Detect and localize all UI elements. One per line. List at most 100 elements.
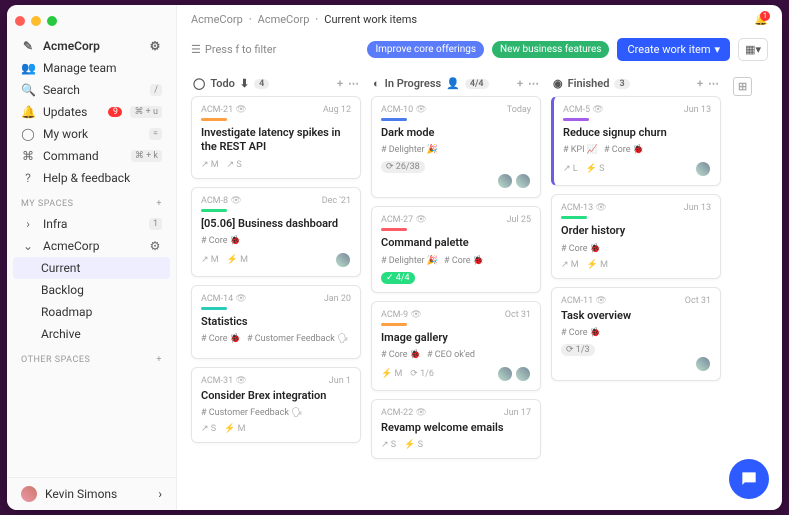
tag[interactable]: # Core 🐞 xyxy=(381,350,421,360)
add-card-icon[interactable]: + xyxy=(517,77,523,90)
tag[interactable]: # Core 🐞 xyxy=(201,236,241,246)
pill-improve[interactable]: Improve core offerings xyxy=(367,41,484,58)
card-tags: # Core 🐞 # Customer Feedback 🗣 xyxy=(201,334,351,344)
space-item[interactable]: ›Infra1 xyxy=(7,213,176,235)
sidebar-item[interactable]: ⌘Command⌘ + k xyxy=(7,145,176,167)
space-child[interactable]: Current xyxy=(13,257,170,279)
assignee-avatar[interactable] xyxy=(695,356,711,372)
status-bar xyxy=(381,118,407,121)
intercom-button[interactable] xyxy=(729,459,769,499)
space-child[interactable]: Backlog xyxy=(7,279,176,301)
chevron-right-icon: › xyxy=(158,487,162,501)
gear-icon[interactable]: ⚙ xyxy=(148,39,162,53)
tag[interactable]: # Delighter 🎉 xyxy=(381,145,438,155)
space-child[interactable]: Roadmap xyxy=(7,301,176,323)
crumb-0[interactable]: AcmeCorp xyxy=(191,13,243,26)
nav-label: Manage team xyxy=(43,61,162,75)
view-layout-button[interactable]: ▦▾ xyxy=(738,38,768,61)
card[interactable]: ACM-21 👁Aug 12 Investigate latency spike… xyxy=(191,96,361,179)
close-icon[interactable] xyxy=(15,16,25,26)
card-date: Jun 17 xyxy=(504,408,531,418)
pill-newbiz[interactable]: New business features xyxy=(492,41,609,58)
space-item[interactable]: ⌄AcmeCorp⚙ xyxy=(7,235,176,257)
card[interactable]: ACM-14 👁Jan 20 Statistics # Core 🐞# Cust… xyxy=(191,285,361,359)
card-title: Investigate latency spikes in the REST A… xyxy=(201,126,351,155)
nav-icon: 🔔 xyxy=(21,105,35,119)
sidebar-item[interactable]: 👥Manage team xyxy=(7,57,176,79)
sidebar-item[interactable]: 🔍Search/ xyxy=(7,79,176,101)
user-name: Kevin Simons xyxy=(45,487,150,501)
minimize-icon[interactable] xyxy=(31,16,41,26)
column-menu-icon[interactable]: ⋯ xyxy=(348,77,359,90)
sidebar-item[interactable]: ◯My work= xyxy=(7,123,176,145)
eye-icon: 👁 xyxy=(235,376,246,386)
assignee-avatar[interactable] xyxy=(497,173,513,189)
sidebar-item[interactable]: 🔔Updates9⌘ + u xyxy=(7,101,176,123)
crumb-1[interactable]: AcmeCorp xyxy=(258,13,310,26)
child-label: Backlog xyxy=(41,283,162,297)
tag[interactable]: # Core 🐞 xyxy=(561,244,601,254)
org-switcher[interactable]: ✎ AcmeCorp ⚙ xyxy=(7,35,176,57)
column-count: 4/4 xyxy=(465,79,489,89)
card-id: ACM-27 👁 xyxy=(381,215,427,225)
card-tags: # Core 🐞 xyxy=(561,328,711,338)
card[interactable]: ACM-10 👁Today Dark mode # Delighter 🎉 ⟳ … xyxy=(371,96,541,198)
card[interactable]: ACM-22 👁Jun 17 Revamp welcome emails ↗ S… xyxy=(371,399,541,459)
window-controls[interactable] xyxy=(15,16,57,26)
add-other-space-icon[interactable]: + xyxy=(156,355,162,365)
assignee-avatar[interactable] xyxy=(515,366,531,382)
create-work-item-button[interactable]: Create work item▾ xyxy=(617,38,730,61)
card[interactable]: ACM-13 👁Jun 13 Order history # Core 🐞 ↗ … xyxy=(551,194,721,278)
tag[interactable]: # KPI 📈 xyxy=(563,145,598,155)
space-child[interactable]: Archive xyxy=(7,323,176,345)
status-icon: ◉ xyxy=(553,77,563,90)
crumb-2[interactable]: Current work items xyxy=(324,13,417,26)
tag[interactable]: # Core 🐞 xyxy=(444,256,484,266)
tag[interactable]: # Customer Feedback 🗣 xyxy=(247,334,349,344)
tag[interactable]: # Core 🐞 xyxy=(201,334,241,344)
filter-hint[interactable]: ☰ Press f to filter xyxy=(191,43,359,56)
effort-label: ⚡ M xyxy=(587,260,608,270)
progress: ⟳ 26/38 xyxy=(381,161,531,173)
card-date: Aug 12 xyxy=(323,105,351,115)
gear-icon[interactable]: ⚙ xyxy=(148,239,162,253)
tag[interactable]: # Delighter 🎉 xyxy=(381,256,438,266)
column-menu-icon[interactable]: ⋯ xyxy=(528,77,539,90)
assignee-avatar[interactable] xyxy=(515,173,531,189)
card[interactable]: ACM-8 👁Dec '21 [05.06] Business dashboar… xyxy=(191,187,361,277)
card-tags: # Customer Feedback 🗣 xyxy=(201,408,351,418)
add-column-button[interactable]: ⊞ xyxy=(731,71,754,496)
add-card-icon[interactable]: + xyxy=(337,77,343,90)
card[interactable]: ACM-5 👁Jun 13 Reduce signup churn # KPI … xyxy=(551,96,721,186)
tag[interactable]: # CEO ok'ed xyxy=(427,350,475,360)
column-menu-icon[interactable]: ⋯ xyxy=(708,77,719,90)
user-menu[interactable]: Kevin Simons › xyxy=(7,477,176,510)
card[interactable]: ACM-31 👁Jun 1 Consider Brex integration … xyxy=(191,367,361,443)
notifications-button[interactable]: 🔔1 xyxy=(754,13,768,26)
column-title: Todo xyxy=(210,77,235,90)
tag[interactable]: # Core 🐞 xyxy=(561,328,601,338)
sidebar-item[interactable]: ?Help & feedback xyxy=(7,167,176,189)
tag[interactable]: # Customer Feedback 🗣 xyxy=(201,408,303,418)
eye-icon: 👁 xyxy=(595,296,606,306)
chevron-icon: › xyxy=(21,217,35,231)
card[interactable]: ACM-9 👁Oct 31 Image gallery # Core 🐞# CE… xyxy=(371,301,541,391)
card[interactable]: ACM-27 👁Jul 25 Command palette # Delight… xyxy=(371,206,541,292)
assignee-avatar[interactable] xyxy=(335,252,351,268)
eye-icon: 👁 xyxy=(415,408,426,418)
status-icon: ◐ xyxy=(373,77,380,90)
add-card-icon[interactable]: + xyxy=(697,77,703,90)
effort-label: ⚡ S xyxy=(404,440,423,450)
card-id: ACM-11 👁 xyxy=(561,296,607,306)
maximize-icon[interactable] xyxy=(47,16,57,26)
status-bar xyxy=(563,118,589,121)
assignee-avatar[interactable] xyxy=(497,366,513,382)
add-space-icon[interactable]: + xyxy=(156,199,162,209)
column: ◉ Finished 3 + ⋯ ACM-5 👁Jun 13 Reduce si… xyxy=(551,71,721,496)
card-footer xyxy=(561,356,711,372)
assignee-avatar[interactable] xyxy=(695,161,711,177)
tag[interactable]: # Core 🐞 xyxy=(604,145,644,155)
card[interactable]: ACM-11 👁Oct 31 Task overview # Core 🐞 ⟳ … xyxy=(551,287,721,381)
effort-label: ↗ S xyxy=(201,424,216,434)
effort-label: ↗ M xyxy=(561,260,579,270)
